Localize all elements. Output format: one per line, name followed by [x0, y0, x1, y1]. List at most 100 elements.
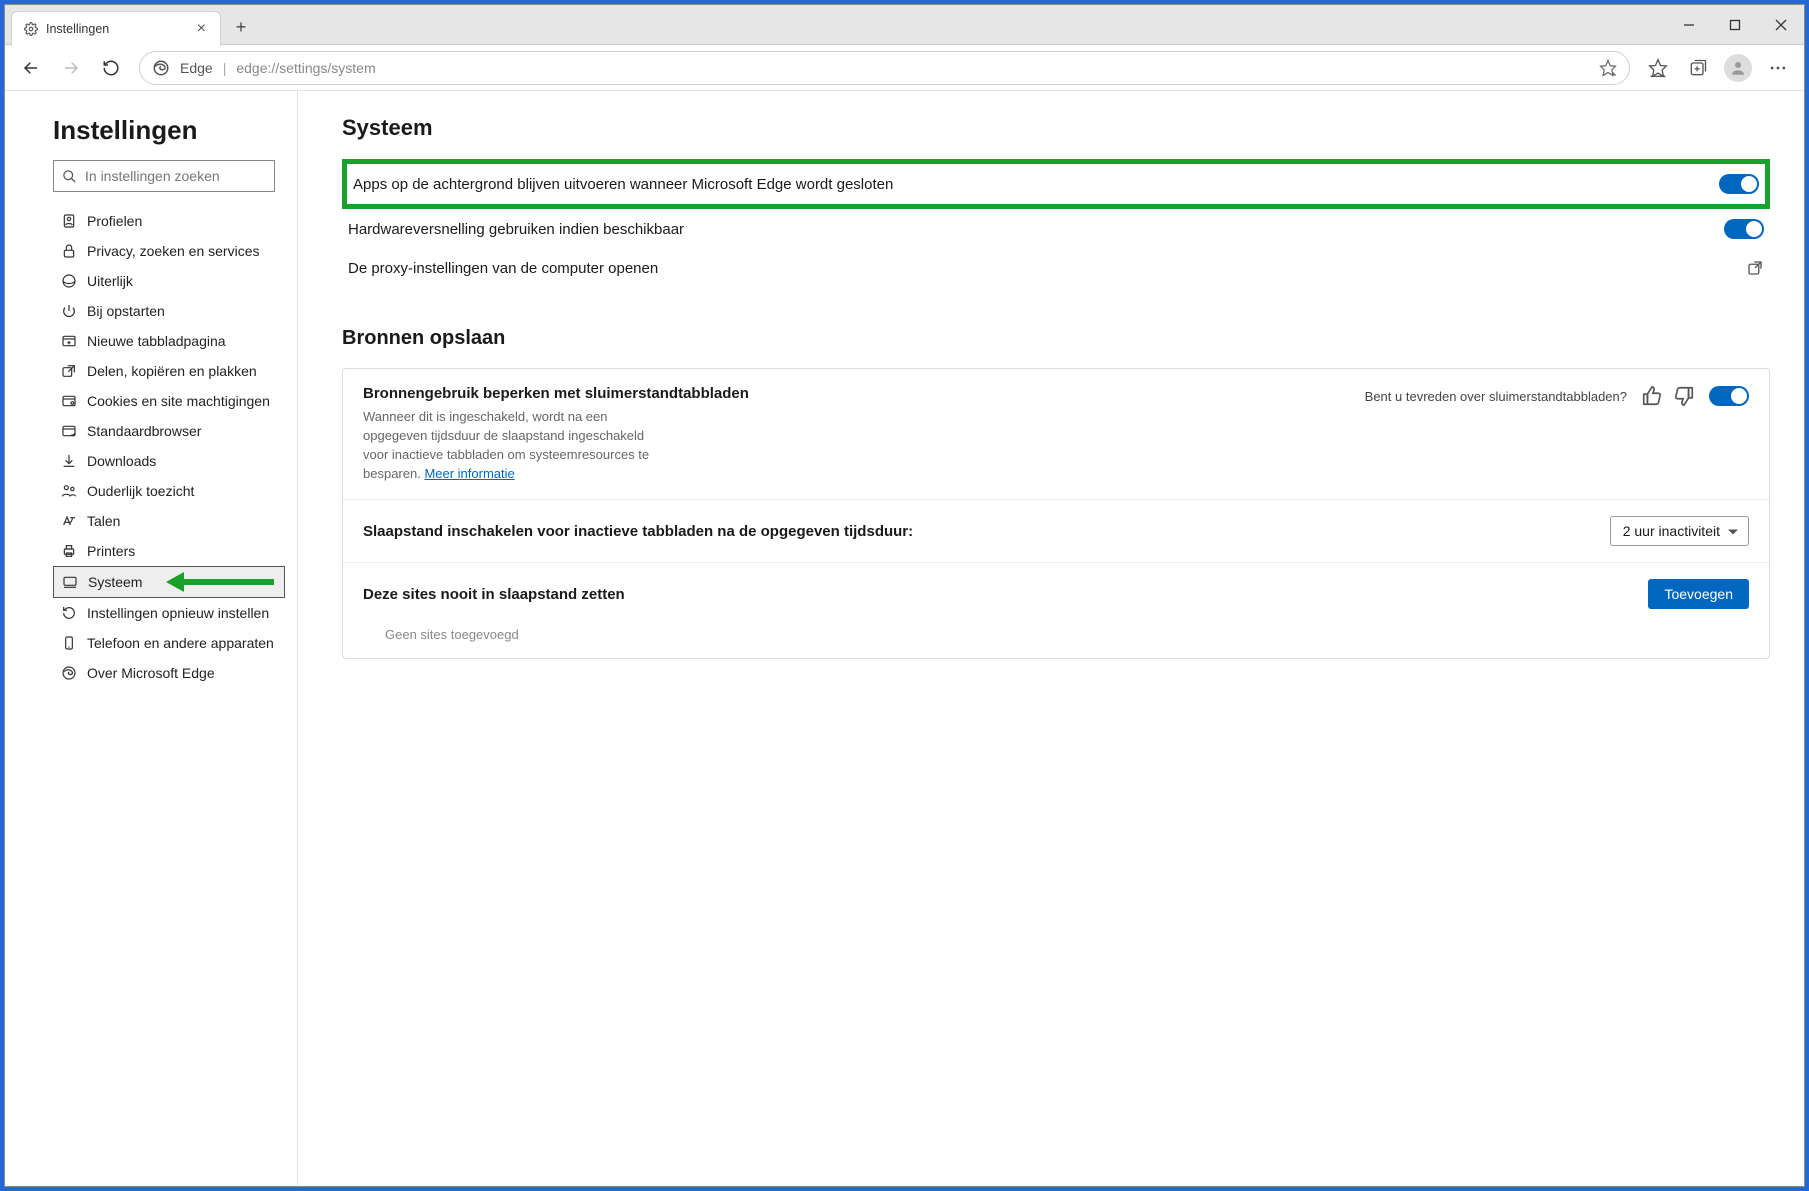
external-link-icon [1746, 259, 1764, 277]
feedback-group: Bent u tevreden over sluimerstandtabblad… [1365, 385, 1749, 407]
close-window-button[interactable] [1758, 5, 1804, 44]
sidebar-item-label: Privacy, zoeken en services [87, 243, 259, 259]
share-icon [61, 363, 79, 379]
lock-icon [61, 243, 79, 259]
sidebar-item-phone[interactable]: Telefoon en andere apparaten [5, 628, 297, 658]
sidebar-item-share[interactable]: Delen, kopiëren en plakken [5, 356, 297, 386]
sidebar-item-privacy[interactable]: Privacy, zoeken en services [5, 236, 297, 266]
more-info-link[interactable]: Meer informatie [424, 466, 514, 481]
setting-label: Hardwareversnelling gebruiken indien bes… [348, 221, 684, 238]
sidebar-item-reset[interactable]: Instellingen opnieuw instellen [5, 598, 297, 628]
sidebar-item-printers[interactable]: Printers [5, 536, 297, 566]
sidebar-item-system[interactable]: Systeem [53, 566, 285, 598]
thumbs-down-icon[interactable] [1673, 385, 1695, 407]
address-url: edge://settings/system [236, 60, 375, 76]
never-sleep-empty: Geen sites toegevoegd [363, 623, 1749, 642]
window-controls [1666, 5, 1804, 44]
sidebar-item-cookies[interactable]: Cookies en site machtigingen [5, 386, 297, 416]
phone-icon [61, 635, 79, 651]
cookies-icon [61, 393, 79, 409]
setting-background-apps: Apps op de achtergrond blijven uitvoeren… [342, 159, 1770, 209]
new-tab-button[interactable]: + [221, 11, 261, 44]
settings-search-input[interactable] [85, 168, 266, 184]
sidebar-item-label: Downloads [87, 453, 156, 469]
system-icon [62, 574, 80, 590]
main-content: Systeem Apps op de achtergrond blijven u… [298, 91, 1804, 1186]
search-icon [62, 169, 77, 184]
sidebar-item-label: Over Microsoft Edge [87, 665, 215, 681]
address-bar[interactable]: Edge | edge://settings/system [139, 51, 1630, 85]
sidebar-title: Instellingen [5, 115, 297, 160]
setting-hardware-accel: Hardwareversnelling gebruiken indien bes… [342, 209, 1770, 249]
sidebar-item-label: Profielen [87, 213, 142, 229]
select-value: 2 uur inactiviteit [1623, 523, 1720, 539]
sidebar-item-newtab[interactable]: Nieuwe tabbladpagina [5, 326, 297, 356]
power-icon [61, 303, 79, 319]
sidebar-item-default-browser[interactable]: Standaardbrowser [5, 416, 297, 446]
sidebar-item-profiles[interactable]: Profielen [5, 206, 297, 236]
favorite-star-icon[interactable] [1599, 59, 1617, 77]
sidebar-item-about[interactable]: Over Microsoft Edge [5, 658, 297, 688]
sidebar: Instellingen Profielen Privacy, zoeken e… [5, 91, 298, 1186]
sidebar-item-label: Standaardbrowser [87, 423, 201, 439]
tab-title: Instellingen [46, 22, 109, 36]
setting-label: De proxy-instellingen van de computer op… [348, 260, 658, 277]
sidebar-item-label: Printers [87, 543, 135, 559]
download-icon [61, 453, 79, 469]
toggle-hardware-accel[interactable] [1724, 219, 1764, 239]
more-button[interactable] [1760, 50, 1796, 86]
favorites-button[interactable] [1640, 50, 1676, 86]
gear-icon [24, 22, 38, 36]
never-sleep-row: Deze sites nooit in slaapstand zetten To… [343, 563, 1769, 658]
add-site-button[interactable]: Toevoegen [1648, 579, 1749, 609]
forward-button[interactable] [53, 50, 89, 86]
edge-logo-icon [61, 665, 79, 681]
thumbs-up-icon[interactable] [1641, 385, 1663, 407]
setting-proxy[interactable]: De proxy-instellingen van de computer op… [342, 249, 1770, 287]
sidebar-item-downloads[interactable]: Downloads [5, 446, 297, 476]
family-icon [61, 483, 79, 499]
address-separator: | [223, 60, 227, 76]
sidebar-item-startup[interactable]: Bij opstarten [5, 296, 297, 326]
sidebar-item-label: Systeem [88, 574, 142, 590]
titlebar: Instellingen × + [5, 5, 1804, 45]
sleeping-tabs-desc: Wanneer dit is ingeschakeld, wordt na ee… [363, 408, 673, 483]
profile-button[interactable] [1720, 50, 1756, 86]
sidebar-item-label: Uiterlijk [87, 273, 133, 289]
languages-icon [61, 513, 79, 529]
browser-tab[interactable]: Instellingen × [11, 11, 221, 45]
minimize-button[interactable] [1666, 5, 1712, 44]
collections-button[interactable] [1680, 50, 1716, 86]
sidebar-item-label: Ouderlijk toezicht [87, 483, 194, 499]
browser-window: Instellingen × + Edge | edge://settings/… [4, 4, 1805, 1187]
sidebar-item-languages[interactable]: Talen [5, 506, 297, 536]
browser-icon [61, 423, 79, 439]
reset-icon [61, 605, 79, 621]
close-tab-icon[interactable]: × [193, 20, 210, 38]
refresh-button[interactable] [93, 50, 129, 86]
sidebar-item-label: Instellingen opnieuw instellen [87, 605, 269, 621]
toggle-background-apps[interactable] [1719, 174, 1759, 194]
sleeping-tabs-card: Bronnengebruik beperken met sluimerstand… [342, 368, 1770, 659]
sidebar-item-label: Talen [87, 513, 120, 529]
maximize-button[interactable] [1712, 5, 1758, 44]
sidebar-item-label: Nieuwe tabbladpagina [87, 333, 226, 349]
edge-icon [152, 59, 170, 77]
appearance-icon [61, 273, 79, 289]
sleeping-tabs-title: Bronnengebruik beperken met sluimerstand… [363, 385, 1349, 402]
profile-icon [61, 213, 79, 229]
back-button[interactable] [13, 50, 49, 86]
settings-search[interactable] [53, 160, 275, 192]
sidebar-item-family[interactable]: Ouderlijk toezicht [5, 476, 297, 506]
sidebar-item-label: Telefoon en andere apparaten [87, 635, 274, 651]
sidebar-item-appearance[interactable]: Uiterlijk [5, 266, 297, 296]
sleeping-tabs-row: Bronnengebruik beperken met sluimerstand… [343, 369, 1769, 500]
annotation-arrow [166, 572, 274, 592]
feedback-question: Bent u tevreden over sluimerstandtabblad… [1365, 389, 1627, 404]
resources-heading: Bronnen opslaan [342, 327, 1770, 350]
toggle-sleeping-tabs[interactable] [1709, 386, 1749, 406]
sidebar-item-label: Bij opstarten [87, 303, 165, 319]
avatar-icon [1724, 54, 1752, 82]
sleep-timeout-select[interactable]: 2 uur inactiviteit [1610, 516, 1749, 546]
page-body: Instellingen Profielen Privacy, zoeken e… [5, 91, 1804, 1186]
